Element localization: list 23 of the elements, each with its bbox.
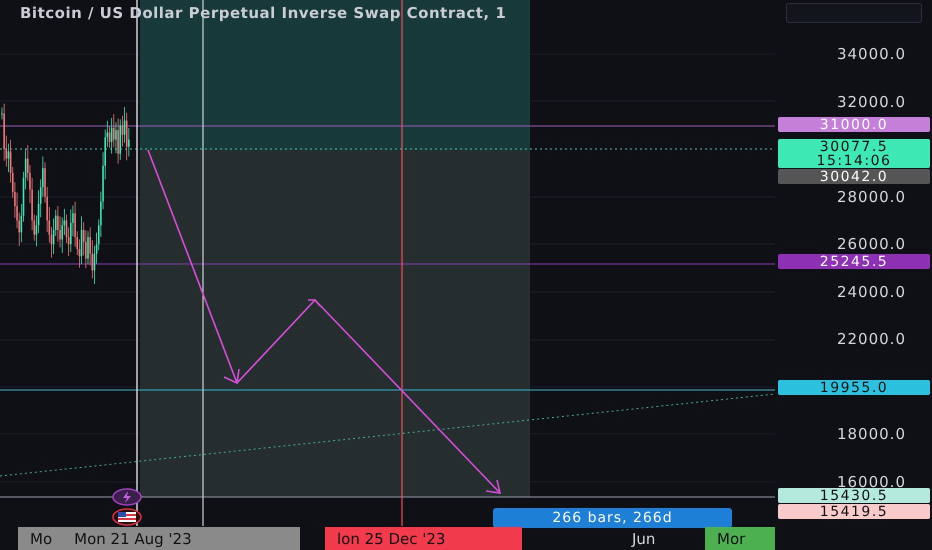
price-value: 25245.5 — [820, 255, 888, 270]
time-label: lon 25 Dec '23 — [337, 530, 446, 548]
price-tick: 32000.0 — [836, 92, 906, 111]
price-value: 30077.5 — [820, 140, 888, 154]
price-tick: 22000.0 — [836, 330, 906, 348]
price-tick: 26000.0 — [836, 235, 906, 254]
price-value: 15:14:06 — [816, 154, 892, 168]
time-label: Jun — [632, 530, 656, 548]
time-label: Mor — [717, 530, 746, 548]
price-value: 31000.0 — [820, 118, 888, 132]
measure-label: 266 bars, 266d — [493, 508, 732, 528]
price-value: 30042.0 — [820, 170, 888, 184]
price-tick: 34000.0 — [836, 45, 906, 63]
price-tick: 24000.0 — [836, 282, 906, 301]
price-value: 15430.5 — [820, 488, 888, 503]
time-label: Mo — [30, 530, 52, 548]
price-tick: 18000.0 — [836, 425, 906, 444]
time-label: Mon 21 Aug '23 — [74, 530, 192, 548]
price-value: 19955.0 — [820, 380, 888, 395]
price-value: 15419.5 — [820, 504, 888, 519]
lightning-icon[interactable] — [112, 488, 142, 506]
price-tick: 28000.0 — [836, 188, 906, 206]
flag-icon[interactable] — [112, 508, 142, 526]
